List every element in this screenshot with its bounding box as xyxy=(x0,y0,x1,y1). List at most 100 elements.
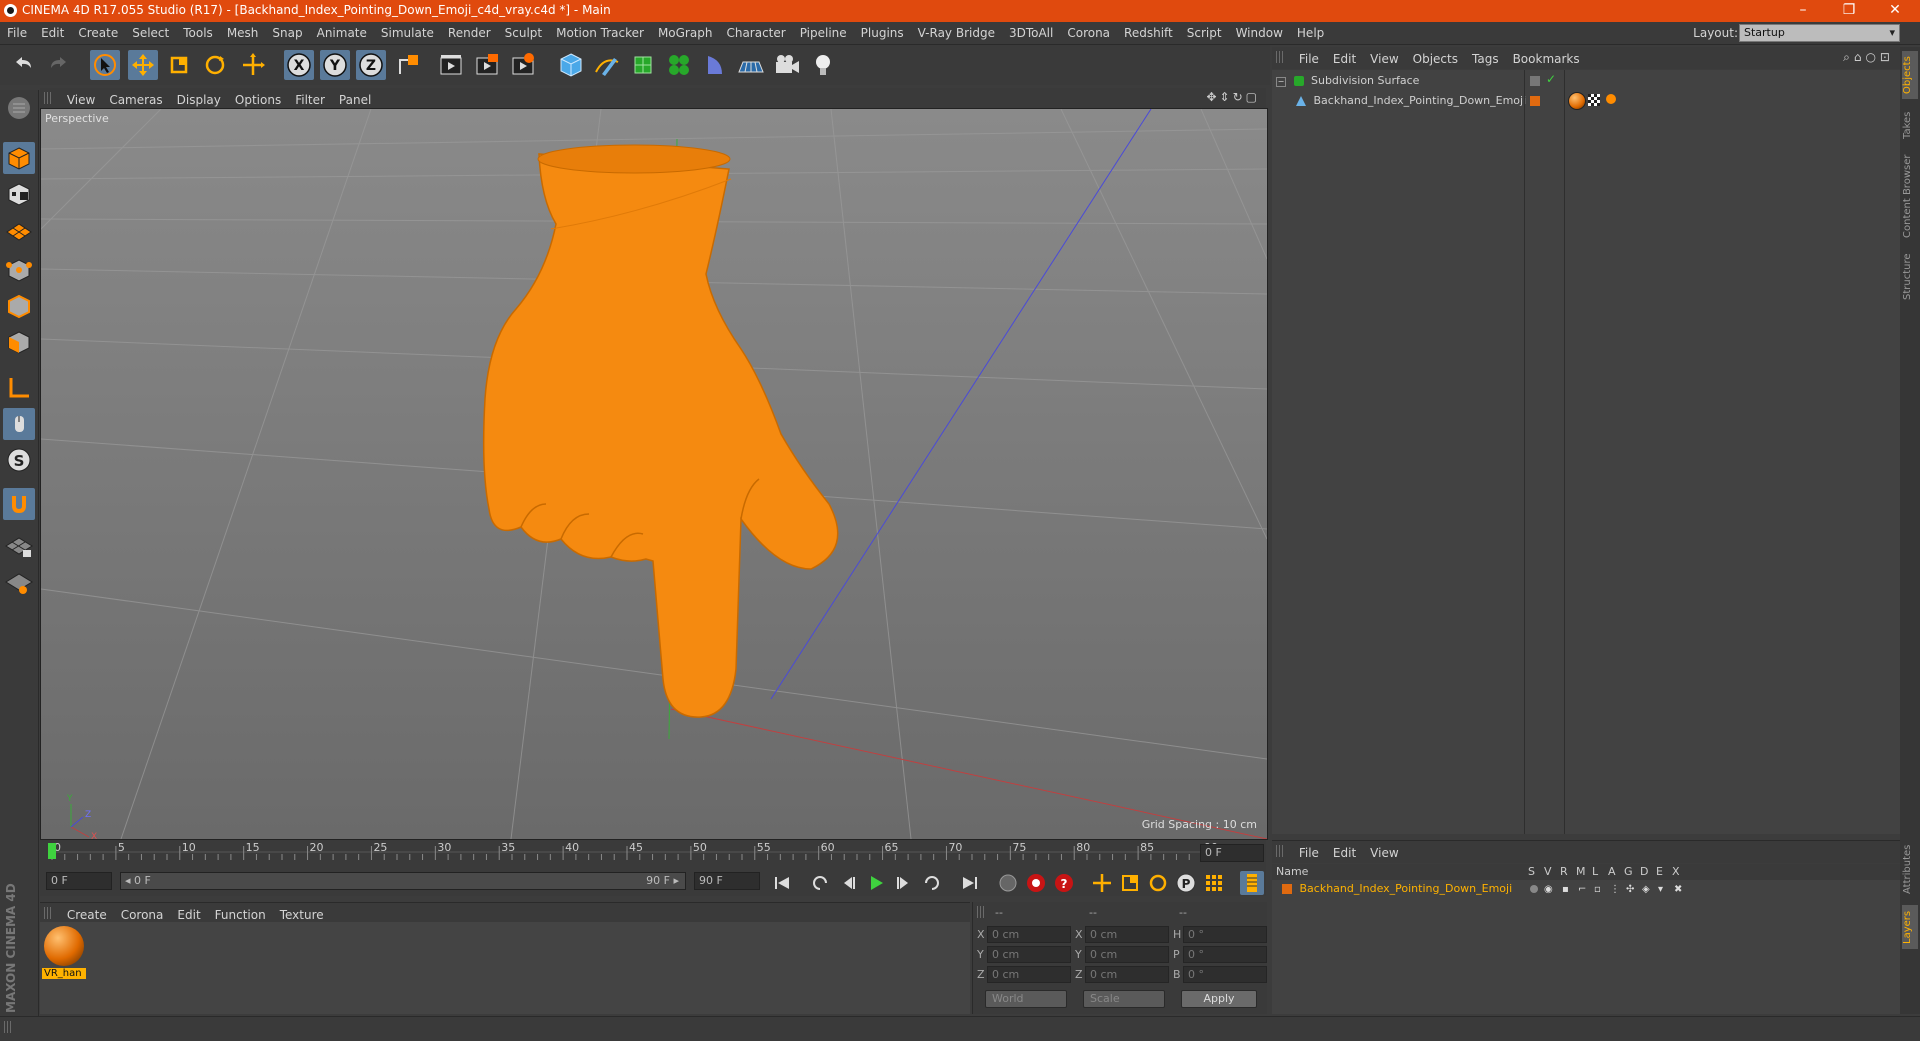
key-parameter-icon[interactable]: P xyxy=(1174,871,1198,895)
menu-vray-bridge[interactable]: V-Ray Bridge xyxy=(911,22,1002,44)
layer-row[interactable]: Backhand_Index_Pointing_Down_Emoji xyxy=(1282,880,1522,898)
timeline-window-icon[interactable] xyxy=(1240,871,1264,895)
play-icon[interactable] xyxy=(864,871,888,895)
menu-pipeline[interactable]: Pipeline xyxy=(793,22,854,44)
model-mode-icon[interactable] xyxy=(3,142,35,174)
layers-menu-file[interactable]: File xyxy=(1292,842,1326,864)
menu-animate[interactable]: Animate xyxy=(310,22,374,44)
key-scale-icon[interactable] xyxy=(1118,871,1142,895)
undo-button[interactable] xyxy=(8,50,38,80)
layer-expressions-icon[interactable]: ▾ xyxy=(1658,884,1663,895)
cloner-icon[interactable] xyxy=(664,50,694,80)
polygons-mode-icon[interactable] xyxy=(3,326,35,358)
go-to-start-icon[interactable] xyxy=(770,871,794,895)
tab-objects[interactable]: Objects xyxy=(1902,51,1918,99)
panel-grip-icon[interactable] xyxy=(1276,51,1284,63)
go-to-end-icon[interactable] xyxy=(958,871,982,895)
camera-icon[interactable] xyxy=(772,50,802,80)
objects-menu-objects[interactable]: Objects xyxy=(1406,48,1465,70)
playhead-marker[interactable] xyxy=(48,843,56,859)
light-icon[interactable] xyxy=(808,50,838,80)
next-frame-icon[interactable] xyxy=(892,871,916,895)
viewport-nav-icons[interactable]: ✥⇕↻▢ xyxy=(1206,90,1260,104)
layers-menu-edit[interactable]: Edit xyxy=(1326,842,1363,864)
position-z-field[interactable]: 0 cm xyxy=(987,966,1071,983)
layout-dropdown[interactable]: Startup xyxy=(1739,24,1900,42)
material-swatch[interactable]: VR_han xyxy=(42,926,86,984)
objects-menu-view[interactable]: View xyxy=(1363,48,1405,70)
menu-create[interactable]: Create xyxy=(71,22,125,44)
panel-grip-icon[interactable] xyxy=(1276,845,1284,857)
menu-simulate[interactable]: Simulate xyxy=(374,22,441,44)
menu-select[interactable]: Select xyxy=(125,22,176,44)
start-frame-field[interactable]: 0 F xyxy=(46,872,112,890)
menu-edit[interactable]: Edit xyxy=(34,22,71,44)
snap-magnet-icon[interactable] xyxy=(3,488,35,520)
menu-mesh[interactable]: Mesh xyxy=(220,22,266,44)
menu-tools[interactable]: Tools xyxy=(176,22,220,44)
menu-sculpt[interactable]: Sculpt xyxy=(498,22,549,44)
y-axis-lock-button[interactable]: Y xyxy=(320,50,350,80)
menu-mograph[interactable]: MoGraph xyxy=(651,22,720,44)
move-tool-icon[interactable] xyxy=(128,50,158,80)
viewport-menu-view[interactable]: View xyxy=(60,90,102,110)
tab-attributes[interactable]: Attributes xyxy=(1902,839,1918,899)
axis-mode-icon[interactable] xyxy=(3,372,35,404)
layer-xref-icon[interactable]: ✖ xyxy=(1674,884,1682,895)
objects-menu-file[interactable]: File xyxy=(1292,48,1326,70)
layer-deformers-icon[interactable]: ◈ xyxy=(1642,884,1650,895)
layer-solo-icon[interactable] xyxy=(1530,885,1538,893)
collapse-icon[interactable]: − xyxy=(1276,77,1286,87)
panel-grip-icon[interactable] xyxy=(4,1021,12,1033)
edges-mode-icon[interactable] xyxy=(3,290,35,322)
floor-environment-icon[interactable] xyxy=(736,50,766,80)
x-axis-lock-button[interactable]: X xyxy=(284,50,314,80)
points-mode-icon[interactable] xyxy=(3,254,35,286)
size-z-field[interactable]: 0 cm xyxy=(1085,966,1169,983)
previous-key-icon[interactable] xyxy=(808,871,832,895)
workplane-lock-icon[interactable] xyxy=(3,530,35,562)
next-key-icon[interactable] xyxy=(920,871,944,895)
layer-generators-icon[interactable]: ✣ xyxy=(1626,884,1634,895)
tab-takes[interactable]: Takes xyxy=(1902,105,1918,145)
position-x-field[interactable]: 0 cm xyxy=(987,926,1071,943)
maximize-button[interactable]: ❐ xyxy=(1826,0,1872,22)
tab-layers[interactable]: Layers xyxy=(1902,905,1918,949)
menu-file[interactable]: File xyxy=(0,22,34,44)
render-settings-icon[interactable] xyxy=(508,50,538,80)
rotate-tool-icon[interactable] xyxy=(200,50,230,80)
autokey-icon[interactable]: ? xyxy=(1052,871,1076,895)
size-y-field[interactable]: 0 cm xyxy=(1085,946,1169,963)
viewport-menu-options[interactable]: Options xyxy=(228,90,288,110)
pen-spline-icon[interactable] xyxy=(592,50,622,80)
layer-toggle-icon[interactable] xyxy=(1530,76,1540,86)
tab-content-browser[interactable]: Content Browser xyxy=(1902,151,1918,241)
render-picture-viewer-icon[interactable] xyxy=(472,50,502,80)
current-frame-field[interactable]: 0 F xyxy=(1200,844,1264,862)
enabled-check-icon[interactable]: ✓ xyxy=(1546,72,1556,86)
menu-3dtoall[interactable]: 3DToAll xyxy=(1002,22,1060,44)
layer-view-eye-icon[interactable]: ◉ xyxy=(1544,884,1553,895)
layer-lock-icon[interactable]: ▫ xyxy=(1594,884,1601,895)
workplane-grid-icon[interactable] xyxy=(3,566,35,598)
layer-color-icon[interactable] xyxy=(1530,96,1540,106)
menu-motion-tracker[interactable]: Motion Tracker xyxy=(549,22,651,44)
key-rotation-icon[interactable] xyxy=(1146,871,1170,895)
objects-menu-tags[interactable]: Tags xyxy=(1465,48,1506,70)
coord-size-mode-dropdown[interactable]: Scale xyxy=(1083,990,1165,1008)
menu-render[interactable]: Render xyxy=(441,22,498,44)
menu-corona[interactable]: Corona xyxy=(1060,22,1117,44)
motion-path-icon[interactable] xyxy=(996,871,1020,895)
viewport-menu-cameras[interactable]: Cameras xyxy=(102,90,169,110)
layer-animation-icon[interactable]: ⋮ xyxy=(1610,884,1620,895)
panel-grip-icon[interactable] xyxy=(977,906,985,918)
tab-structure[interactable]: Structure xyxy=(1902,247,1918,307)
menu-redshift[interactable]: Redshift xyxy=(1117,22,1180,44)
coordinate-system-icon[interactable] xyxy=(394,50,424,80)
z-axis-lock-button[interactable]: Z xyxy=(356,50,386,80)
solo-mode-icon[interactable]: S xyxy=(3,444,35,476)
object-manager-search-icon[interactable]: ⌕⌂○⊡ xyxy=(1843,50,1894,65)
position-y-field[interactable]: 0 cm xyxy=(987,946,1071,963)
workplane-mode-icon[interactable] xyxy=(3,214,35,246)
menu-window[interactable]: Window xyxy=(1229,22,1290,44)
